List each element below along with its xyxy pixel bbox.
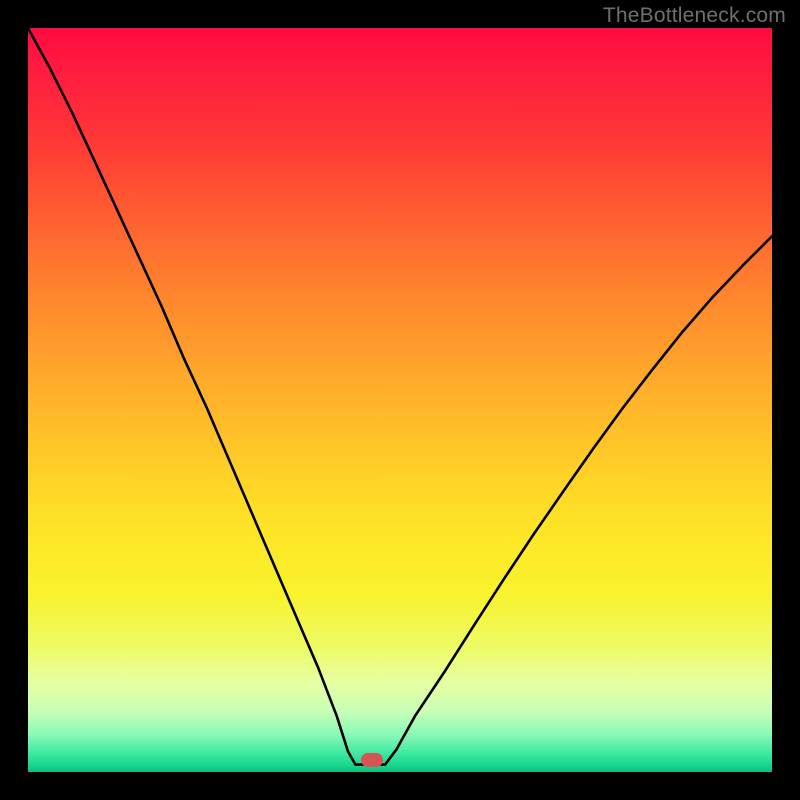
- bottleneck-curve: [28, 28, 772, 765]
- watermark-text: TheBottleneck.com: [603, 4, 786, 28]
- plot-area: [28, 28, 772, 772]
- trough-marker: [361, 753, 383, 767]
- curve-svg: [28, 28, 772, 772]
- chart-frame: TheBottleneck.com: [0, 0, 800, 800]
